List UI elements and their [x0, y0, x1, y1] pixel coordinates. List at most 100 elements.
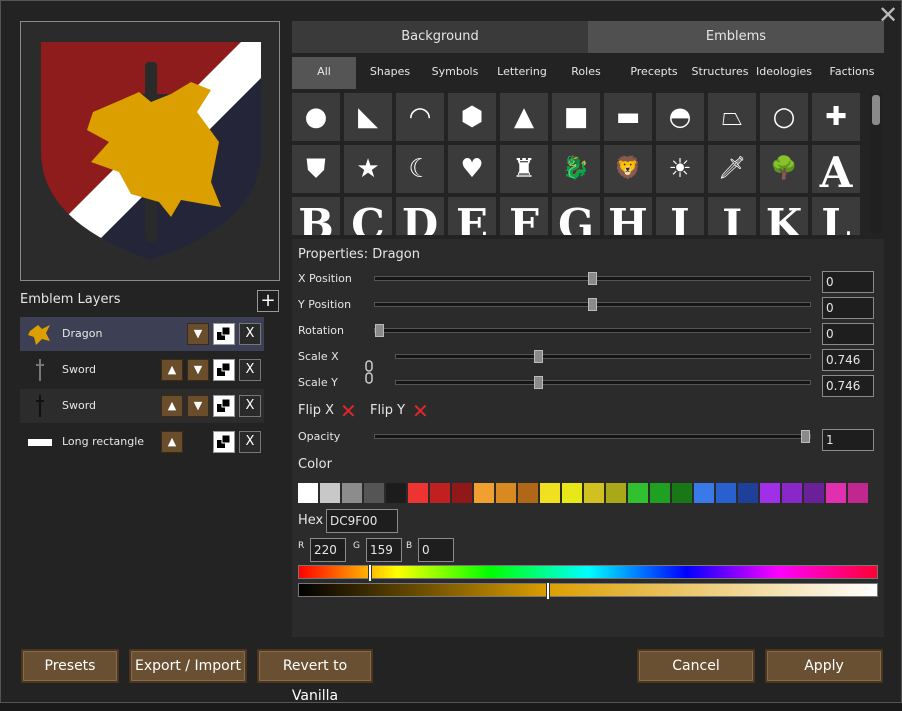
emblem-crescent[interactable]: ☾: [396, 145, 444, 193]
emblem-triangle-corner[interactable]: ◣: [344, 93, 392, 141]
opacity-slider[interactable]: [374, 430, 811, 443]
emblem-half-circle[interactable]: ◓: [656, 93, 704, 141]
color-swatch[interactable]: [518, 483, 538, 503]
slider-knob[interactable]: [534, 350, 543, 363]
hue-marker[interactable]: [368, 564, 372, 582]
category-roles[interactable]: Roles: [556, 57, 616, 89]
x-position-input[interactable]: 0: [822, 271, 874, 293]
scale-y-slider[interactable]: [395, 376, 811, 389]
revert-to-vanilla-button[interactable]: Revert to Vanilla: [257, 649, 373, 704]
visibility-toggle[interactable]: [213, 323, 235, 345]
color-swatch[interactable]: [804, 483, 824, 503]
flip-x-toggle-icon[interactable]: ✕: [340, 401, 357, 421]
category-symbols[interactable]: Symbols: [422, 57, 488, 89]
layer-row-dragon[interactable]: Dragon ▼ X: [20, 317, 264, 351]
move-down-button[interactable]: ▼: [187, 395, 209, 417]
slider-knob[interactable]: [534, 376, 543, 389]
move-down-button[interactable]: ▼: [187, 323, 209, 345]
presets-button[interactable]: Presets: [21, 649, 119, 683]
scale-y-input[interactable]: 0.746: [822, 375, 874, 397]
g-input[interactable]: 159: [366, 538, 402, 562]
b-input[interactable]: 0: [418, 538, 454, 562]
link-scale-icon[interactable]: [364, 359, 374, 385]
r-input[interactable]: 220: [310, 538, 346, 562]
emblem-letter-f[interactable]: F: [500, 197, 548, 235]
slider-knob[interactable]: [588, 272, 597, 285]
flip-y-toggle-icon[interactable]: ✕: [412, 401, 429, 421]
category-all[interactable]: All: [292, 57, 356, 89]
emblem-letter-g[interactable]: G: [552, 197, 600, 235]
x-position-slider[interactable]: [374, 272, 811, 285]
emblem-letter-j[interactable]: J: [708, 197, 756, 235]
scale-x-input[interactable]: 0.746: [822, 349, 874, 371]
emblem-triangle[interactable]: ▲: [500, 93, 548, 141]
export-import-button[interactable]: Export / Import: [129, 649, 247, 683]
emblem-star[interactable]: ★: [344, 145, 392, 193]
category-factions[interactable]: Factions: [820, 57, 884, 89]
color-swatch[interactable]: [408, 483, 428, 503]
cancel-button[interactable]: Cancel: [637, 649, 755, 683]
color-swatch[interactable]: [430, 483, 450, 503]
color-swatch[interactable]: [342, 483, 362, 503]
emblem-scrollbar[interactable]: [870, 93, 882, 233]
apply-button[interactable]: Apply: [765, 649, 883, 683]
emblem-shield[interactable]: ⛊: [292, 145, 340, 193]
color-swatch[interactable]: [760, 483, 780, 503]
visibility-toggle[interactable]: [213, 431, 235, 453]
color-swatch[interactable]: [584, 483, 604, 503]
emblem-circle[interactable]: ●: [292, 93, 340, 141]
category-structures[interactable]: Structures: [688, 57, 752, 89]
color-swatch[interactable]: [320, 483, 340, 503]
emblem-letter-h[interactable]: H: [604, 197, 652, 235]
emblem-ring[interactable]: ○: [760, 93, 808, 141]
color-swatch[interactable]: [716, 483, 736, 503]
rotation-input[interactable]: 0: [822, 323, 874, 345]
add-layer-button[interactable]: +: [257, 290, 279, 312]
emblem-letter-d[interactable]: D: [396, 197, 444, 235]
tab-emblems[interactable]: Emblems: [588, 21, 884, 53]
scrollbar-thumb[interactable]: [872, 95, 880, 125]
layer-row-sword[interactable]: Sword ▲ ▼ X: [20, 353, 264, 387]
delete-layer-button[interactable]: X: [239, 395, 261, 417]
emblem-long-rectangle[interactable]: ▬: [604, 93, 652, 141]
layer-row-long-rectangle[interactable]: Long rectangle ▲ X: [20, 425, 264, 459]
color-swatch[interactable]: [452, 483, 472, 503]
color-swatch[interactable]: [738, 483, 758, 503]
color-swatch[interactable]: [540, 483, 560, 503]
emblem-cross[interactable]: ✚: [812, 93, 860, 141]
emblem-dragon[interactable]: 🐉: [552, 145, 600, 193]
color-swatch[interactable]: [848, 483, 868, 503]
move-down-button[interactable]: ▼: [187, 359, 209, 381]
y-position-slider[interactable]: [374, 298, 811, 311]
scale-x-slider[interactable]: [395, 350, 811, 363]
emblem-sword[interactable]: 🗡: [708, 145, 756, 193]
color-swatch[interactable]: [694, 483, 714, 503]
visibility-toggle[interactable]: [213, 359, 235, 381]
color-swatch[interactable]: [562, 483, 582, 503]
emblem-letter-e[interactable]: E: [448, 197, 496, 235]
delete-layer-button[interactable]: X: [239, 359, 261, 381]
emblem-letter-l[interactable]: L: [812, 197, 860, 235]
tab-background[interactable]: Background: [292, 21, 588, 53]
shade-slider[interactable]: [298, 582, 878, 600]
emblem-arc[interactable]: ◠: [396, 93, 444, 141]
color-swatch[interactable]: [496, 483, 516, 503]
emblem-letter-k[interactable]: K: [760, 197, 808, 235]
slider-knob[interactable]: [588, 298, 597, 311]
category-lettering[interactable]: Lettering: [488, 57, 556, 89]
emblem-lion[interactable]: 🦁: [604, 145, 652, 193]
hue-slider[interactable]: [298, 564, 878, 582]
emblem-sun[interactable]: ☀: [656, 145, 704, 193]
slider-knob[interactable]: [801, 430, 810, 443]
color-swatch[interactable]: [628, 483, 648, 503]
slider-knob[interactable]: [375, 324, 384, 337]
delete-layer-button[interactable]: X: [239, 431, 261, 453]
emblem-heart[interactable]: ♥: [448, 145, 496, 193]
rotation-slider[interactable]: [374, 324, 811, 337]
emblem-square[interactable]: ■: [552, 93, 600, 141]
color-swatch[interactable]: [650, 483, 670, 503]
delete-layer-button[interactable]: X: [239, 323, 261, 345]
opacity-input[interactable]: 1: [822, 429, 874, 451]
shade-marker[interactable]: [546, 582, 550, 600]
color-swatch[interactable]: [672, 483, 692, 503]
